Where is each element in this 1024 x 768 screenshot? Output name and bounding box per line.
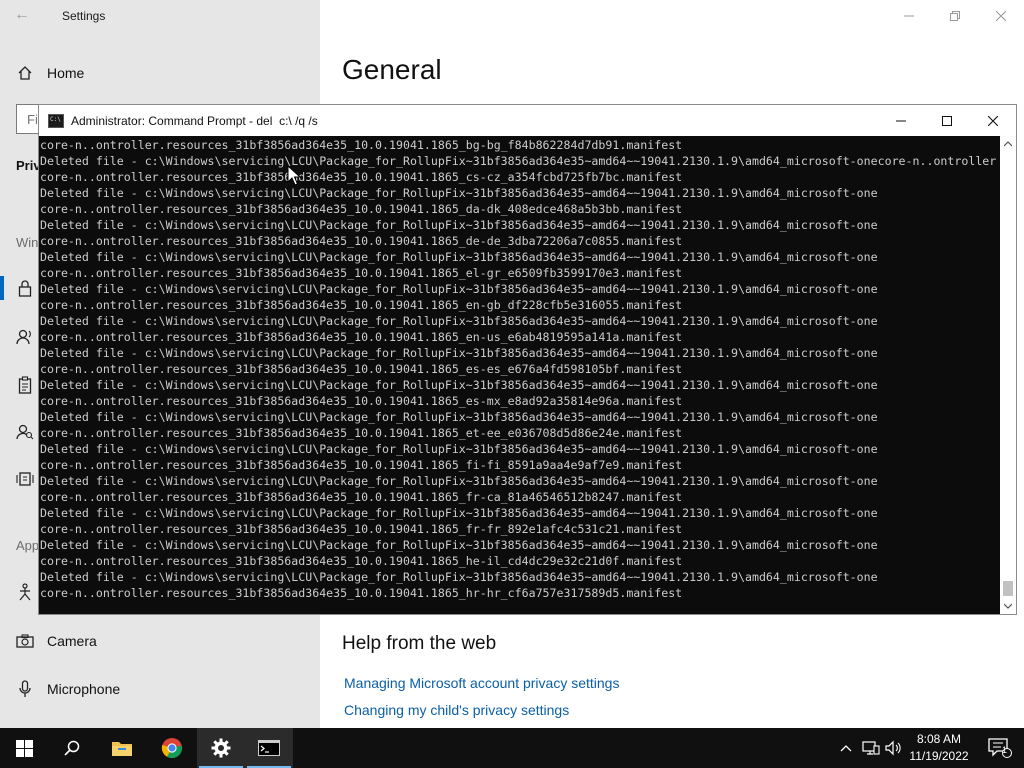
clock-time: 8:08 AM (916, 732, 962, 746)
start-icon (15, 739, 33, 757)
console-line: Deleted file - c:\Windows\servicing\LCU\… (40, 538, 878, 552)
console-line: core-n..ontroller.resources_31bf3856ad36… (40, 394, 683, 408)
settings-minimize-button[interactable] (886, 0, 932, 32)
location-person-icon[interactable] (14, 581, 36, 603)
privacy-section-label: Priv (16, 158, 41, 173)
network-button[interactable] (859, 728, 883, 768)
home-icon (14, 65, 36, 81)
console-line: core-n..ontroller.resources_31bf3856ad36… (40, 234, 683, 248)
console-line: core-n..ontroller.resources_31bf3856ad36… (40, 330, 683, 344)
camera-icon (14, 634, 36, 648)
volume-icon (885, 740, 901, 756)
file-explorer-icon (112, 742, 132, 756)
console-line: Deleted file - c:\Windows\servicing\LCU\… (40, 474, 878, 488)
help-link-account-privacy[interactable]: Managing Microsoft account privacy setti… (344, 675, 619, 691)
microphone-icon (14, 680, 36, 698)
notification-count: 1 (1002, 745, 1008, 755)
console-line: core-n..ontroller.resources_31bf3856ad36… (40, 202, 683, 216)
cmd-close-button[interactable] (970, 105, 1016, 137)
settings-window-controls (886, 0, 1024, 32)
command-prompt-taskbar-icon (258, 740, 280, 756)
action-center-button[interactable]: 1 (976, 728, 1024, 768)
console-line: Deleted file - c:\Windows\servicing\LCU\… (40, 506, 878, 520)
lock-icon[interactable] (14, 277, 36, 299)
start-button[interactable] (0, 728, 48, 768)
nav-home-label: Home (47, 65, 85, 81)
console-line: core-n..ontroller.resources_31bf3856ad36… (40, 522, 683, 536)
taskbar-command-prompt[interactable] (245, 728, 293, 768)
cmd-window-controls (878, 105, 1016, 136)
console-line: Deleted file - c:\Windows\servicing\LCU\… (40, 250, 878, 264)
person-search-icon[interactable] (14, 421, 36, 443)
cmd-titlebar[interactable]: Administrator: Command Prompt - del c:\ … (39, 105, 1016, 136)
cmd-maximize-button[interactable] (924, 105, 970, 137)
taskbar-clock[interactable]: 8:08 AM 11/19/2022 (904, 731, 974, 765)
console-line: core-n..ontroller.resources_31bf3856ad36… (40, 138, 683, 152)
cmd-minimize-button[interactable] (878, 105, 924, 137)
scroll-down-icon[interactable] (1000, 598, 1016, 614)
search-icon (64, 740, 80, 756)
help-link-child-privacy[interactable]: Changing my child's privacy settings (344, 702, 569, 718)
nav-home[interactable]: Home (0, 53, 320, 93)
console-line: Deleted file - c:\Windows\servicing\LCU\… (40, 378, 878, 392)
cmd-scrollbar[interactable] (1000, 136, 1016, 614)
console-line: core-n..ontroller.resources_31bf3856ad36… (40, 458, 683, 472)
back-arrow-icon[interactable]: ← (14, 6, 30, 24)
app-permissions-label: App (16, 538, 40, 553)
console-line: core-n..ontroller.resources_31bf3856ad36… (40, 170, 683, 184)
speech-person-icon[interactable] (14, 326, 36, 348)
settings-close-button[interactable] (978, 0, 1024, 32)
console-line: core-n..ontroller.resources_31bf3856ad36… (40, 586, 683, 600)
nav-microphone-label: Microphone (47, 681, 121, 697)
console-line: core-n..ontroller.resources_31bf3856ad36… (40, 426, 683, 440)
console-line: Deleted file - c:\Windows\servicing\LCU\… (40, 410, 878, 424)
console-line: core-n..ontroller.resources_31bf3856ad36… (40, 298, 683, 312)
console-line: Deleted file - c:\Windows\servicing\LCU\… (40, 346, 878, 360)
nav-camera-label: Camera (47, 633, 97, 649)
console-line: core-n..ontroller.resources_31bf3856ad36… (40, 554, 683, 568)
help-heading: Help from the web (342, 633, 497, 654)
cmd-window-title: Administrator: Command Prompt - del c:\ … (71, 113, 318, 128)
windows-permissions-label: Win (16, 235, 39, 250)
console-line: Deleted file - c:\Windows\servicing\LCU\… (40, 442, 878, 456)
show-hidden-icons-button[interactable] (835, 728, 857, 768)
volume-button[interactable] (882, 728, 906, 768)
settings-icon (211, 738, 231, 758)
scroll-thumb[interactable] (1003, 581, 1013, 596)
console-line: core-n..ontroller.resources_31bf3856ad36… (40, 490, 683, 504)
console-line: Deleted file - c:\Windows\servicing\LCU\… (40, 218, 878, 232)
settings-window-title: Settings (62, 9, 106, 23)
chrome-icon (161, 738, 183, 759)
clock-date: 11/19/2022 (909, 749, 969, 763)
command-prompt-icon (48, 113, 64, 128)
command-prompt-window[interactable]: Administrator: Command Prompt - del c:\ … (38, 104, 1017, 615)
taskbar-settings[interactable] (197, 728, 245, 768)
console-line: core-n..ontroller.resources_31bf3856ad36… (40, 266, 683, 280)
taskbar-chrome[interactable] (148, 728, 196, 768)
settings-restore-button[interactable] (932, 0, 978, 32)
mouse-cursor-icon (287, 165, 301, 186)
console-line: Deleted file - c:\Windows\servicing\LCU\… (40, 154, 999, 168)
nav-camera[interactable]: Camera (0, 621, 320, 661)
nav-microphone[interactable]: Microphone (0, 669, 320, 709)
console-line: Deleted file - c:\Windows\servicing\LCU\… (40, 282, 878, 296)
taskbar-search-button[interactable] (48, 728, 96, 768)
chevron-up-icon (840, 745, 852, 752)
taskbar-file-explorer[interactable] (98, 728, 146, 768)
console-line: Deleted file - c:\Windows\servicing\LCU\… (40, 186, 878, 200)
notification-icon (988, 738, 1012, 758)
activity-history-icon[interactable] (14, 468, 36, 490)
selected-indicator (0, 276, 4, 300)
console-line: Deleted file - c:\Windows\servicing\LCU\… (40, 570, 878, 584)
console-line: core-n..ontroller.resources_31bf3856ad36… (40, 362, 683, 376)
page-title: General (342, 54, 442, 85)
console-output[interactable]: core-n..ontroller.resources_31bf3856ad36… (40, 137, 999, 614)
clipboard-icon[interactable] (14, 374, 36, 396)
console-line: Deleted file - c:\Windows\servicing\LCU\… (40, 314, 878, 328)
scroll-up-icon[interactable] (1000, 136, 1016, 152)
network-icon (862, 741, 880, 755)
taskbar: 8:08 AM 11/19/2022 1 (0, 728, 1024, 768)
